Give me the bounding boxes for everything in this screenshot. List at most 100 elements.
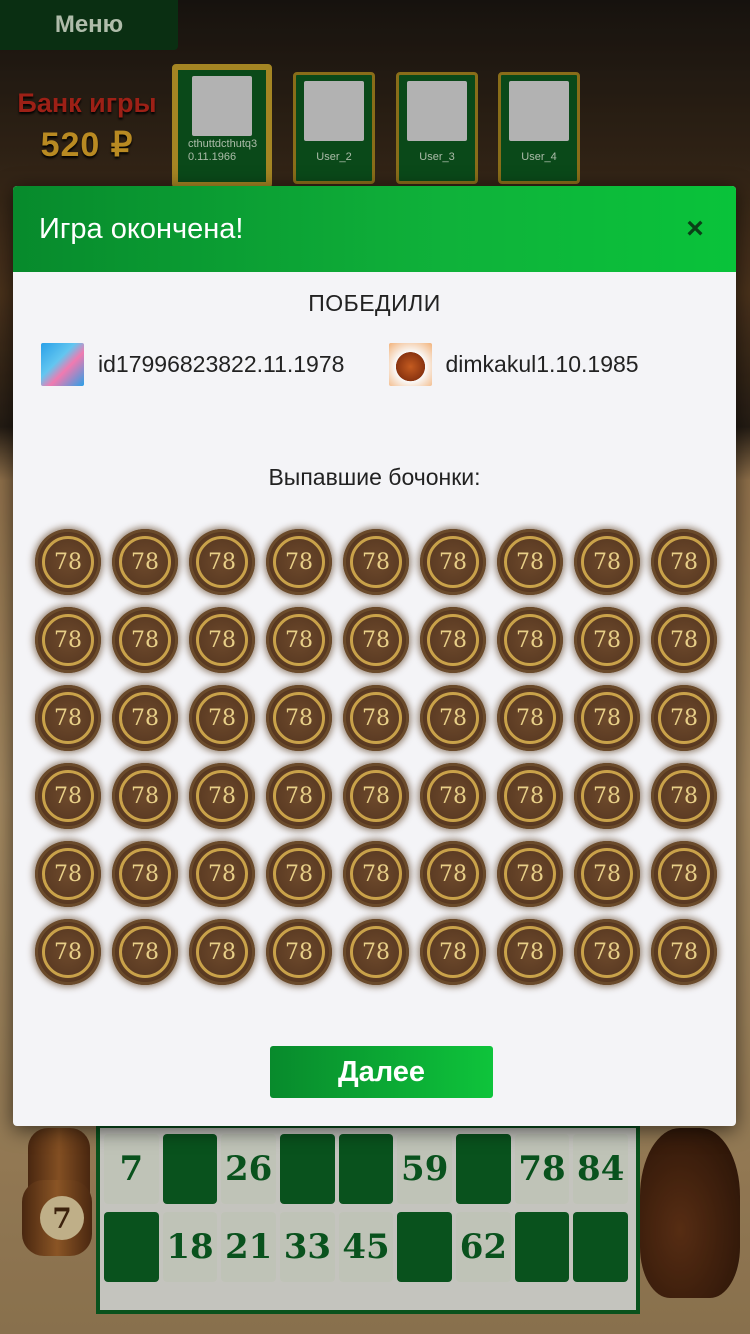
drawn-barrel: 78 [189, 607, 255, 673]
drawn-barrel: 78 [497, 607, 563, 673]
winner-item: id17996823822.11.1978 [41, 343, 389, 386]
barrel-number: 78 [273, 692, 325, 744]
next-button[interactable]: Далее [270, 1046, 493, 1098]
barrel-number: 78 [427, 692, 479, 744]
drawn-barrel: 78 [651, 919, 717, 985]
barrel-number: 78 [658, 692, 710, 744]
barrel-number: 78 [658, 770, 710, 822]
drawn-barrel: 78 [189, 841, 255, 907]
barrel-number: 78 [42, 926, 94, 978]
barrel-number: 78 [273, 848, 325, 900]
barrel-number: 78 [196, 536, 248, 588]
winner-avatar [388, 343, 432, 386]
barrel-number: 78 [658, 614, 710, 666]
drawn-barrel: 78 [35, 607, 101, 673]
barrel-number: 78 [658, 536, 710, 588]
winner-name: id17996823822.11.1978 [98, 351, 345, 377]
drawn-barrel: 78 [266, 607, 332, 673]
barrel-number: 78 [350, 536, 402, 588]
game-over-dialog: Игра окончена! × ПОБЕДИЛИ id17996823822.… [13, 186, 736, 1126]
dialog-title: Игра окончена! [39, 212, 244, 245]
barrel-number: 78 [427, 614, 479, 666]
drawn-barrel: 78 [574, 841, 640, 907]
drawn-barrel: 78 [343, 919, 409, 985]
drawn-barrel: 78 [35, 763, 101, 829]
drawn-barrel: 78 [343, 841, 409, 907]
barrel-number: 78 [581, 848, 633, 900]
barrel-number: 78 [42, 692, 94, 744]
close-icon[interactable]: × [680, 212, 710, 246]
barrel-number: 78 [504, 614, 556, 666]
barrel-number: 78 [581, 692, 633, 744]
barrel-number: 78 [427, 926, 479, 978]
drawn-barrel: 78 [420, 763, 486, 829]
drawn-barrel: 78 [574, 919, 640, 985]
drawn-barrel: 78 [651, 607, 717, 673]
drawn-barrel: 78 [112, 763, 178, 829]
drawn-barrel: 78 [112, 685, 178, 751]
drawn-barrel: 78 [112, 841, 178, 907]
barrel-number: 78 [504, 848, 556, 900]
drawn-barrel: 78 [497, 919, 563, 985]
drawn-barrel: 78 [651, 763, 717, 829]
drawn-barrel: 78 [574, 763, 640, 829]
drawn-barrel: 78 [189, 919, 255, 985]
drawn-barrel: 78 [651, 685, 717, 751]
drawn-barrels-label: Выпавшие бочонки: [268, 464, 481, 490]
drawn-barrel: 78 [574, 607, 640, 673]
barrel-number: 78 [427, 848, 479, 900]
drawn-barrel: 78 [574, 529, 640, 595]
drawn-barrel: 78 [189, 529, 255, 595]
drawn-barrel: 78 [112, 919, 178, 985]
winners-list: id17996823822.11.1978 dimkakul1.10.1985 [13, 343, 736, 386]
drawn-barrel: 78 [420, 607, 486, 673]
drawn-barrel: 78 [343, 685, 409, 751]
dialog-header: Игра окончена! × [13, 186, 736, 272]
barrel-number: 78 [658, 848, 710, 900]
barrel-number: 78 [42, 614, 94, 666]
drawn-barrel: 78 [420, 685, 486, 751]
barrel-number: 78 [350, 848, 402, 900]
barrel-number: 78 [350, 770, 402, 822]
drawn-barrel: 78 [266, 763, 332, 829]
barrel-number: 78 [119, 848, 171, 900]
drawn-barrel: 78 [497, 763, 563, 829]
barrel-number: 78 [350, 692, 402, 744]
drawn-barrel: 78 [112, 529, 178, 595]
barrel-number: 78 [273, 536, 325, 588]
barrel-number: 78 [119, 692, 171, 744]
drawn-barrel: 78 [420, 529, 486, 595]
drawn-barrel: 78 [266, 529, 332, 595]
barrel-number: 78 [504, 770, 556, 822]
barrel-number: 78 [581, 614, 633, 666]
drawn-barrel: 78 [651, 529, 717, 595]
barrel-number: 78 [581, 536, 633, 588]
drawn-barrel: 78 [420, 841, 486, 907]
barrel-number: 78 [119, 770, 171, 822]
barrel-number: 78 [658, 926, 710, 978]
drawn-barrels-grid: 78 78 78 78 78 78 78 78 78 78 78 78 78 78 78 78 78 78 78 78… [35, 529, 736, 997]
barrel-number: 78 [504, 926, 556, 978]
drawn-barrel: 78 [189, 685, 255, 751]
drawn-barrel: 78 [35, 529, 101, 595]
barrel-number: 78 [581, 926, 633, 978]
barrel-number: 78 [273, 614, 325, 666]
winner-item: dimkakul1.10.1985 [388, 343, 737, 386]
drawn-barrel: 78 [497, 529, 563, 595]
barrel-number: 78 [42, 536, 94, 588]
barrel-number: 78 [350, 614, 402, 666]
winner-avatar [41, 343, 84, 386]
barrel-number: 78 [119, 536, 171, 588]
barrel-number: 78 [504, 536, 556, 588]
drawn-barrel: 78 [497, 685, 563, 751]
drawn-barrel: 78 [343, 607, 409, 673]
drawn-barrel: 78 [112, 607, 178, 673]
barrel-number: 78 [350, 926, 402, 978]
barrel-number: 78 [42, 770, 94, 822]
drawn-barrel: 78 [189, 763, 255, 829]
barrel-number: 78 [196, 848, 248, 900]
barrel-number: 78 [427, 536, 479, 588]
drawn-barrel: 78 [266, 919, 332, 985]
barrel-number: 78 [42, 848, 94, 900]
drawn-barrel: 78 [35, 685, 101, 751]
